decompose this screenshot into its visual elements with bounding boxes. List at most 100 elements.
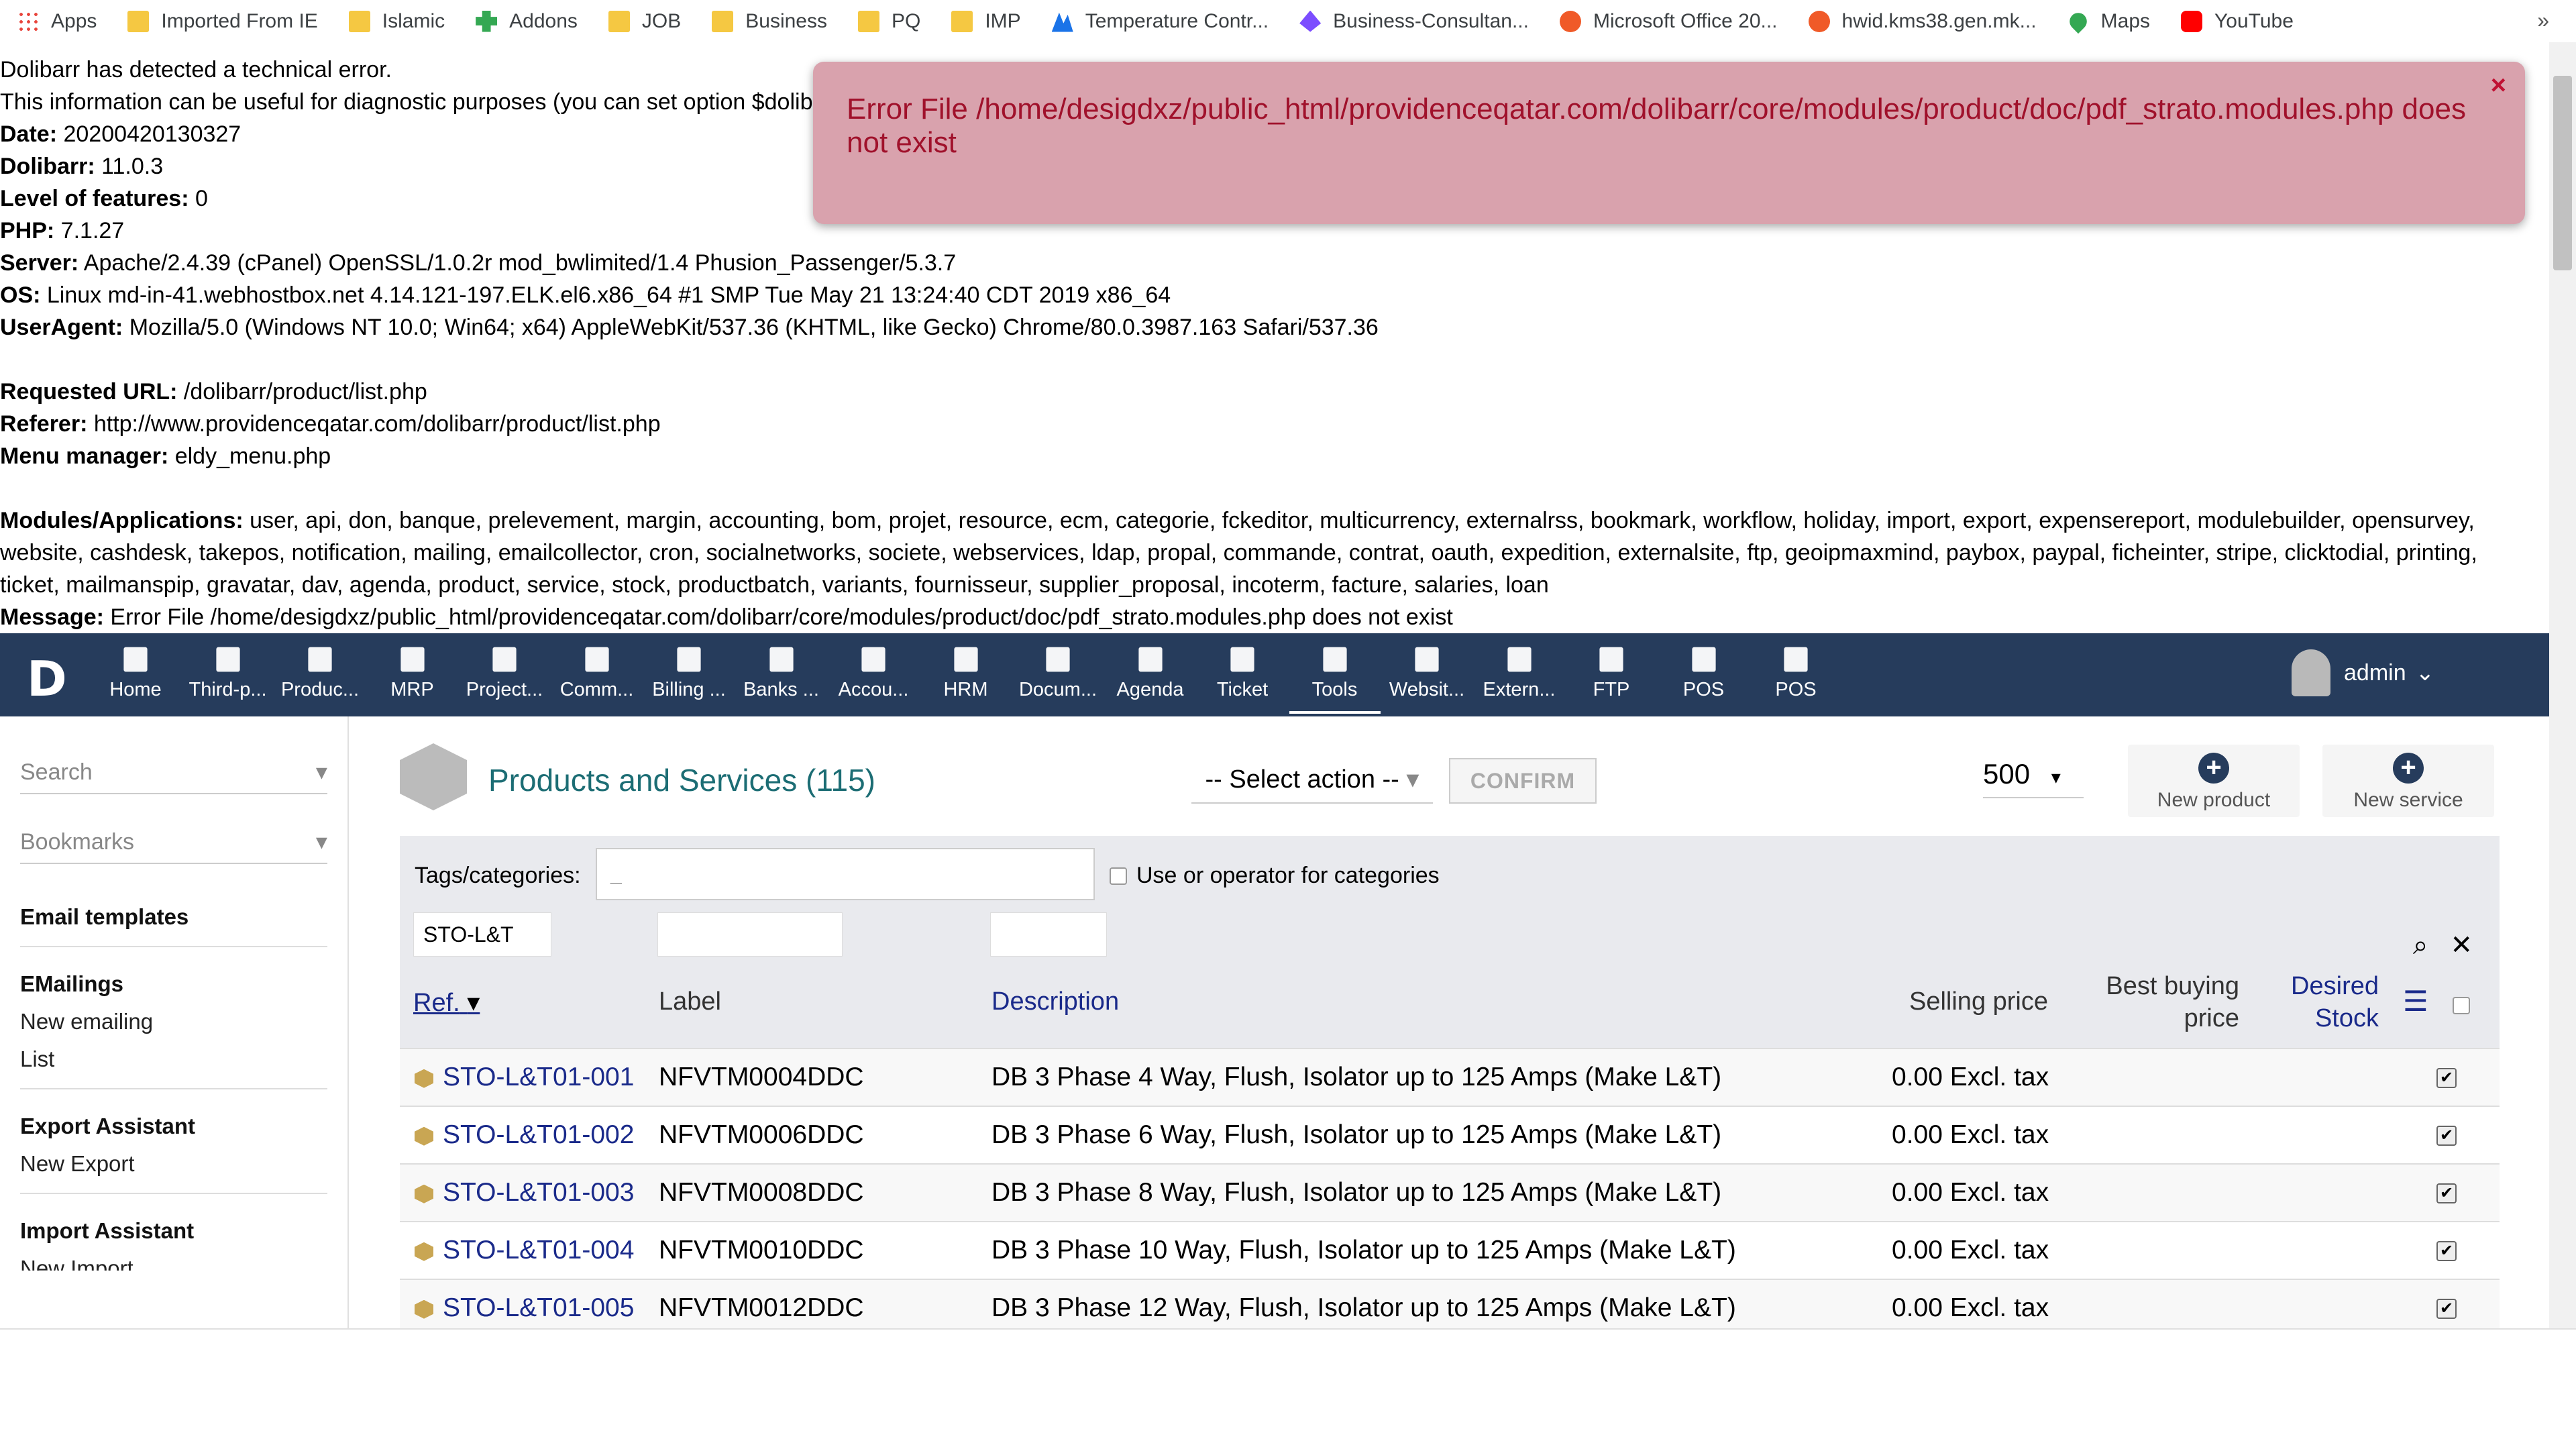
tab-documents[interactable]: Docum... <box>1012 644 1104 701</box>
description-filter-input[interactable] <box>990 912 1107 957</box>
close-icon[interactable]: ✕ <box>2450 930 2473 960</box>
dolibarr-logo[interactable]: D <box>27 651 67 707</box>
tab-commercial[interactable]: Comm... <box>551 644 643 701</box>
bookmark-imp[interactable]: IMP <box>951 10 1021 33</box>
bookmark-business[interactable]: Business <box>712 10 827 33</box>
checkbox[interactable] <box>1110 867 1127 885</box>
tab-agenda[interactable]: Agenda <box>1105 644 1196 701</box>
tab-label: POS <box>1682 679 1725 700</box>
bookmark-job[interactable]: JOB <box>608 10 681 33</box>
sidebar-item-new-export[interactable]: New Export <box>20 1151 327 1177</box>
label-column-header[interactable]: Label <box>659 987 721 1016</box>
error-menu-manager: Menu manager: eldy_menu.php <box>0 443 331 469</box>
search-icon[interactable]: ⌕ <box>2413 930 2428 960</box>
tab-projects[interactable]: Project... <box>459 644 550 701</box>
sidebar-item-email-templates[interactable]: Email templates <box>20 904 327 930</box>
select-action-dropdown[interactable]: -- Select action -- ▾ <box>1191 759 1433 804</box>
row-checkbox[interactable]: ✔ <box>2436 1241 2457 1261</box>
row-checkbox[interactable]: ✔ <box>2436 1183 2457 1203</box>
bookmark-temperature[interactable]: Temperature Contr... <box>1051 10 1269 33</box>
tab-mrp[interactable]: MRP <box>367 644 458 701</box>
tab-websites[interactable]: Websit... <box>1381 644 1472 701</box>
tab-ticket[interactable]: Ticket <box>1197 644 1288 701</box>
bookmarks-overflow-icon[interactable]: » <box>2537 8 2549 33</box>
folder-icon <box>608 10 630 32</box>
bookmark-apps[interactable]: Apps <box>17 10 97 33</box>
chevron-down-icon: ▾ <box>1406 765 1419 794</box>
select-all-checkbox[interactable] <box>2453 997 2470 1014</box>
maps-pin-icon <box>2065 9 2090 34</box>
bookmark-microsoft-office[interactable]: Microsoft Office 20... <box>1559 10 1778 33</box>
tab-label: Home <box>109 679 162 700</box>
ticket-icon <box>1230 647 1254 672</box>
ref-filter-input[interactable]: STO-L&T <box>413 912 551 957</box>
error-url: Requested URL: /dolibarr/product/list.ph… <box>0 379 427 405</box>
column-list-icon[interactable]: ☰ <box>2403 985 2428 1018</box>
bookmark-business-consultant[interactable]: Business-Consultan... <box>1299 10 1529 33</box>
tab-accounting[interactable]: Accou... <box>828 644 919 701</box>
use-or-checkbox[interactable]: Use or operator for categories <box>1110 863 1440 889</box>
user-menu[interactable]: admin ⌄ <box>2292 649 2434 696</box>
tab-external[interactable]: Extern... <box>1474 644 1565 701</box>
chevron-down-icon: ▾ <box>2051 767 2061 788</box>
product-ref-link[interactable]: STO-L&T01-004 <box>415 1222 634 1279</box>
bookmark-hwid[interactable]: hwid.kms38.gen.mk... <box>1808 10 2037 33</box>
tab-pos-2[interactable]: POS <box>1750 644 1841 701</box>
search-dropdown[interactable]: Search ▾ <box>20 757 327 794</box>
sidebar-item-new-emailing[interactable]: New emailing <box>20 1009 327 1034</box>
bookmark-pq[interactable]: PQ <box>857 10 920 33</box>
label-filter-input[interactable] <box>657 912 843 957</box>
sidebar-item-export-assistant[interactable]: Export Assistant <box>20 1114 327 1139</box>
new-product-button[interactable]: + New product <box>2128 745 2300 817</box>
bookmark-addons[interactable]: Addons <box>476 10 578 33</box>
row-checkbox[interactable]: ✔ <box>2436 1068 2457 1088</box>
sidebar-item-new-import[interactable]: New Import <box>20 1256 327 1271</box>
bookmark-imported-from-ie[interactable]: Imported From IE <box>127 10 318 33</box>
description-column-header[interactable]: Description <box>991 987 1119 1016</box>
product-ref-link[interactable]: STO-L&T01-003 <box>415 1165 634 1221</box>
tab-ftp[interactable]: FTP <box>1566 644 1657 701</box>
sidebar-item-import-assistant[interactable]: Import Assistant <box>20 1218 327 1244</box>
row-checkbox[interactable]: ✔ <box>2436 1299 2457 1319</box>
bookmark-maps[interactable]: Maps <box>2065 9 2150 34</box>
row-checkbox[interactable]: ✔ <box>2436 1126 2457 1146</box>
tab-banks[interactable]: Banks ... <box>736 644 827 701</box>
close-icon[interactable]: × <box>2491 68 2506 102</box>
tab-label: Project... <box>466 679 543 700</box>
ref-column-header[interactable]: Ref. ▾ <box>413 987 480 1018</box>
error-referer: Referer: http://www.providenceqatar.com/… <box>0 411 661 437</box>
confirm-button[interactable]: CONFIRM <box>1449 758 1597 804</box>
scrollbar-thumb[interactable] <box>2553 76 2572 270</box>
new-service-button[interactable]: + New service <box>2322 745 2494 817</box>
tab-label: Extern... <box>1483 679 1556 700</box>
product-description: DB 3 Phase 4 Way, Flush, Isolator up to … <box>991 1063 1722 1091</box>
tab-home[interactable]: Home <box>90 644 181 701</box>
product-ref-link[interactable]: STO-L&T01-001 <box>415 1049 634 1106</box>
desired-stock-header[interactable]: Desired Stock <box>2265 970 2379 1034</box>
best-buying-price-header[interactable]: Best buying price <box>2090 970 2239 1034</box>
tab-billing[interactable]: Billing ... <box>643 644 735 701</box>
tab-hrm[interactable]: HRM <box>920 644 1012 701</box>
bookmark-islamic[interactable]: Islamic <box>348 10 445 33</box>
tags-input[interactable]: _ <box>596 848 1095 900</box>
sidebar-item-list[interactable]: List <box>20 1046 327 1072</box>
product-ref-link[interactable]: STO-L&T01-002 <box>415 1107 634 1163</box>
tab-tools[interactable]: Tools <box>1289 644 1381 714</box>
tab-pos[interactable]: POS <box>1658 644 1750 701</box>
table-row: STO-L&T01-003 NFVTM0008DDC DB 3 Phase 8 Wa… <box>400 1163 2500 1221</box>
sidebar-item-emailings[interactable]: EMailings <box>20 971 327 997</box>
tab-label: Tools <box>1311 679 1358 700</box>
page-limit-select[interactable]: 500 ▾ <box>1983 754 2084 798</box>
tab-third-party[interactable]: Third-p... <box>182 644 274 701</box>
filter-tools: ⌕ ✕ <box>2413 930 2473 961</box>
tab-label: Billing ... <box>652 679 726 700</box>
home-icon <box>123 647 148 672</box>
folder-icon <box>127 10 150 32</box>
selling-price-header[interactable]: Selling price <box>1909 987 2048 1016</box>
bookmark-youtube[interactable]: YouTube <box>2181 10 2294 33</box>
tab-products[interactable]: Produc... <box>274 644 366 701</box>
product-box-icon <box>400 743 467 810</box>
bookmarks-dropdown[interactable]: Bookmarks ▾ <box>20 826 327 864</box>
scrollbar[interactable] <box>2549 42 2576 1328</box>
product-icon <box>415 1242 433 1261</box>
